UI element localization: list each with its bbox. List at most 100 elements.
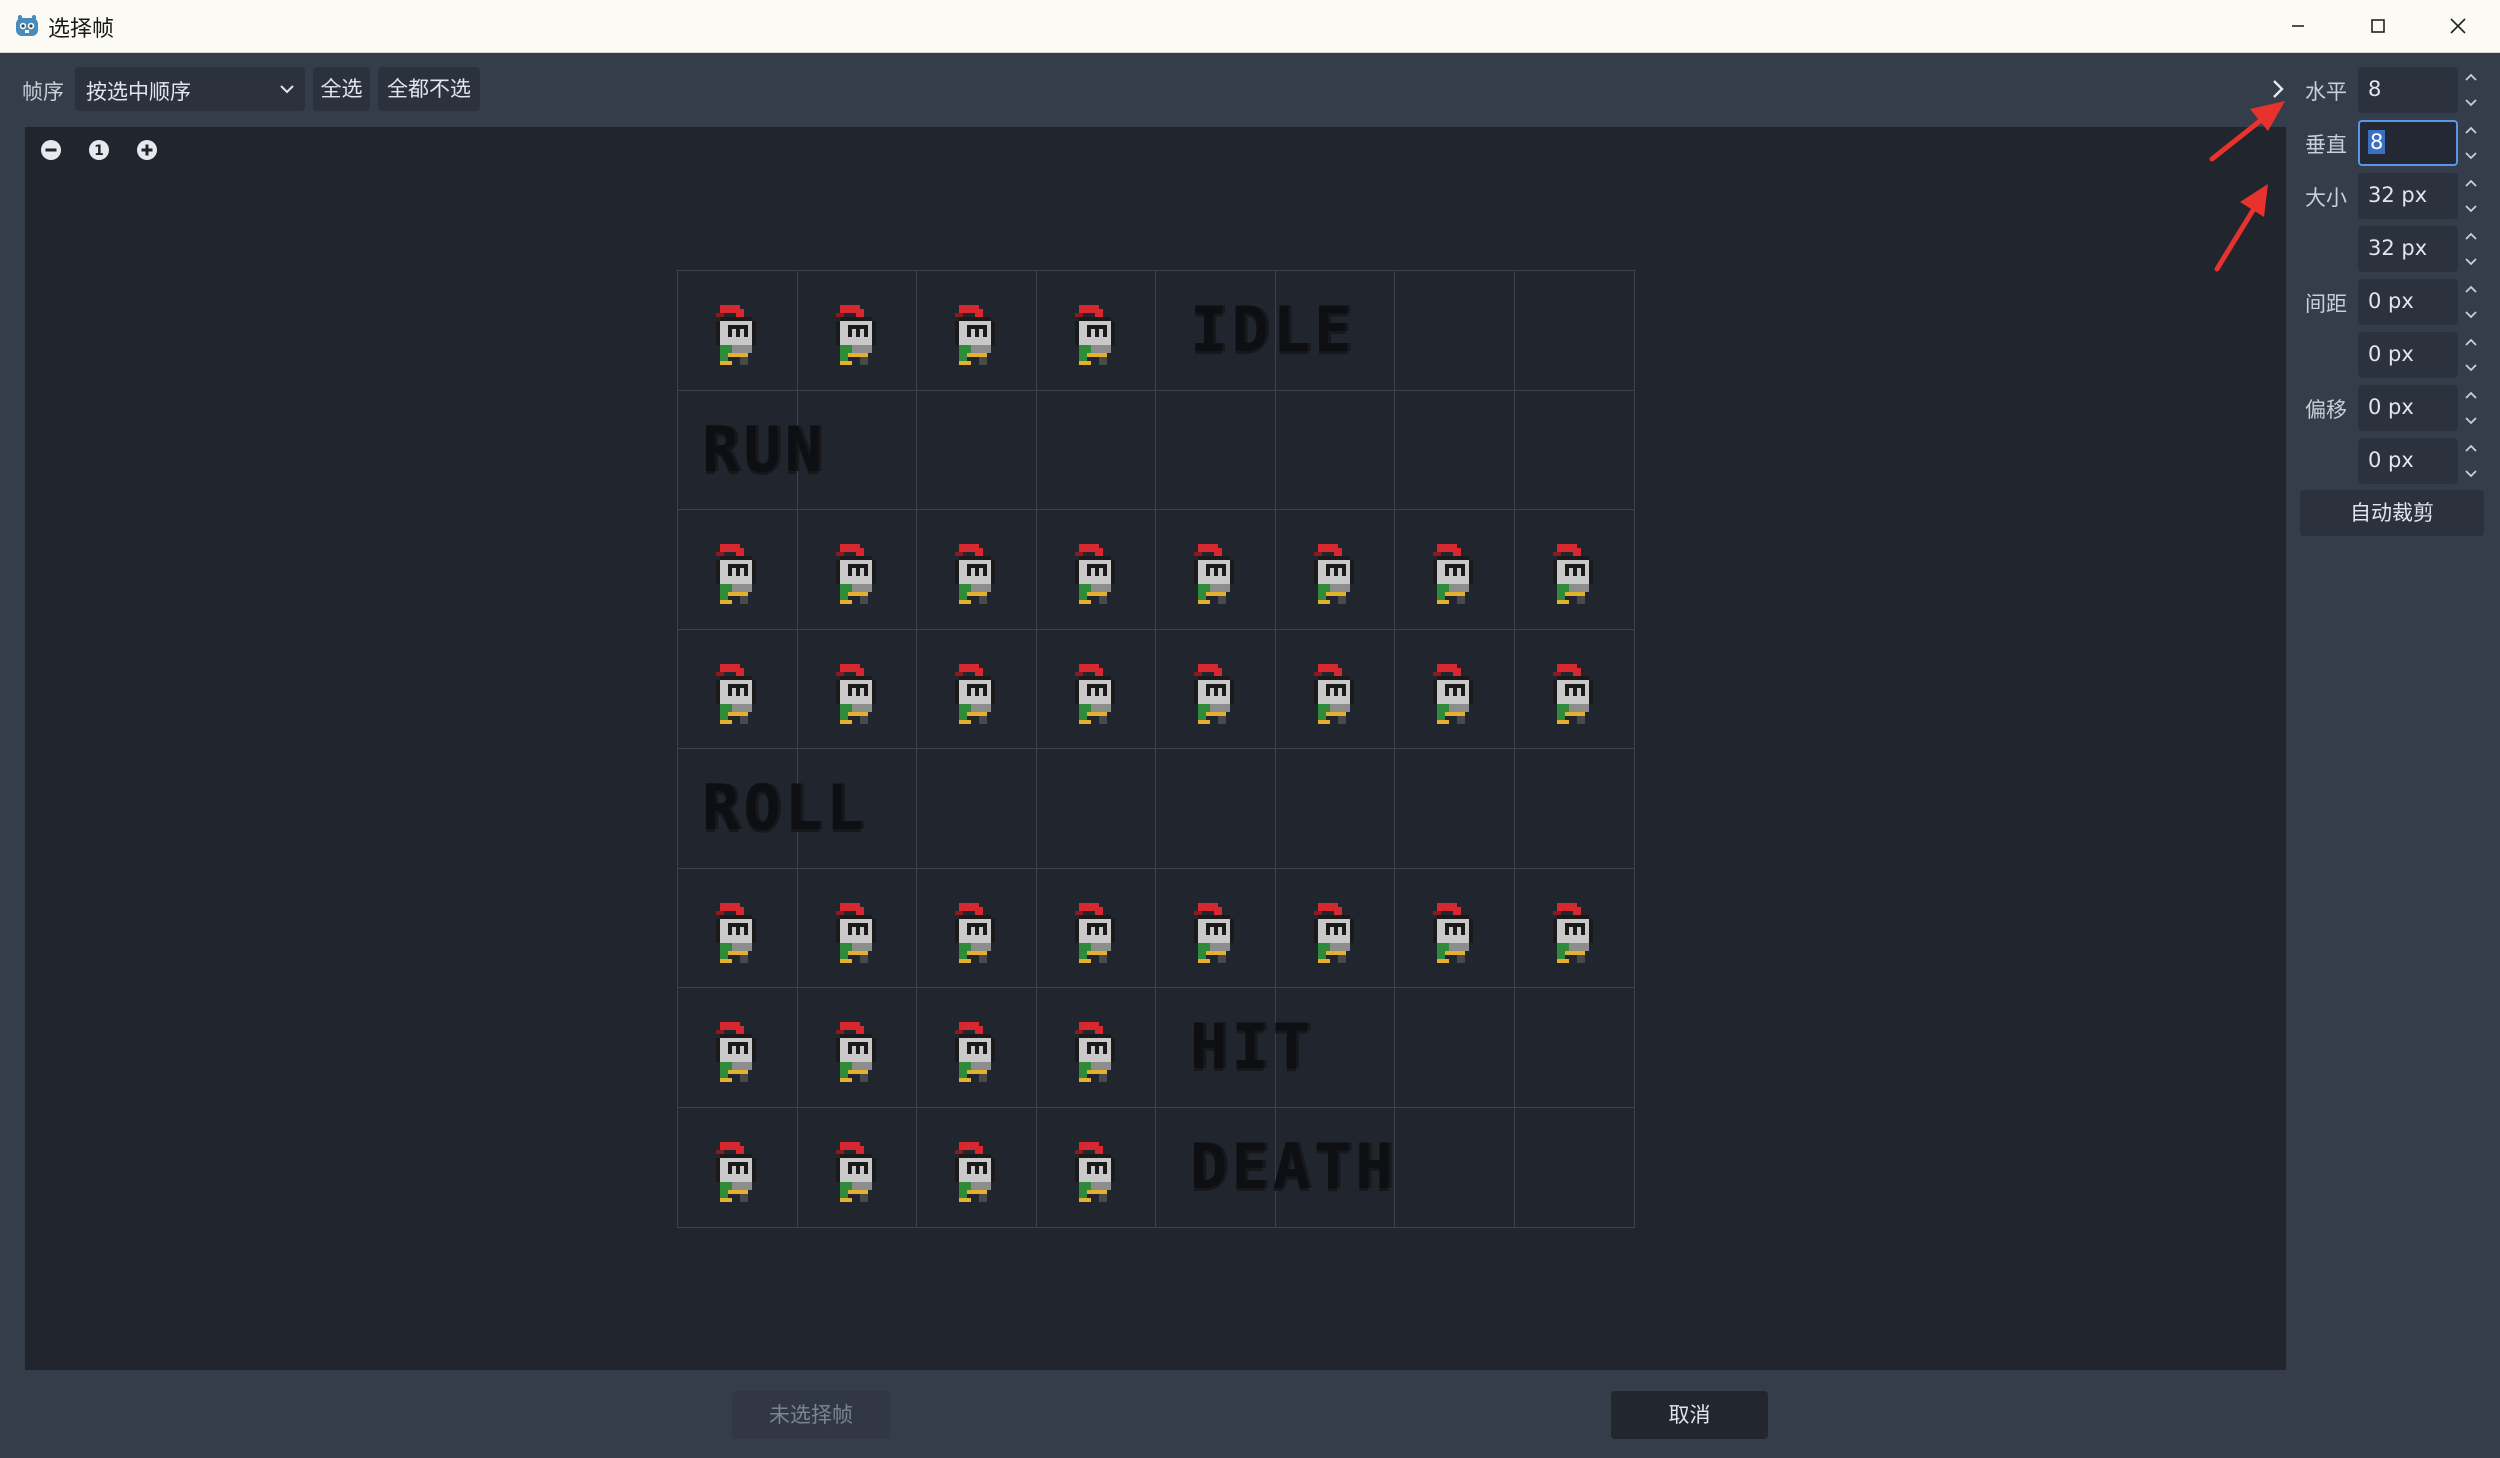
knight-sprite-icon — [1074, 305, 1115, 365]
knight-sprite-icon — [955, 1141, 995, 1202]
sprite-frame-cell[interactable] — [1036, 390, 1156, 510]
sprite-frame-cell[interactable] — [917, 1107, 1037, 1227]
sprite-frame-cell[interactable] — [1514, 869, 1634, 988]
sprite-frame-cell[interactable] — [678, 988, 798, 1108]
sprite-frame-cell[interactable] — [1156, 868, 1276, 988]
separation-x-input[interactable]: 0 px — [2358, 279, 2458, 325]
sprite-frame-cell[interactable] — [1275, 749, 1395, 869]
sprite-frame-cell[interactable] — [917, 510, 1037, 630]
sprite-frame-cell[interactable] — [1395, 868, 1515, 988]
sprite-frame-cell[interactable] — [797, 988, 917, 1108]
sprite-frame-cell[interactable] — [1156, 749, 1276, 869]
sprite-frame-cell[interactable] — [1395, 629, 1515, 749]
sprite-frame-cell[interactable] — [1036, 271, 1156, 391]
separation-y-input[interactable]: 0 px — [2358, 332, 2458, 378]
sprite-frame-cell[interactable] — [917, 271, 1037, 391]
sprite-frame-cell[interactable] — [1395, 749, 1515, 869]
sprite-frame-cell[interactable] — [917, 868, 1037, 988]
offset-x-input[interactable]: 0 px — [2358, 385, 2458, 431]
sprite-frame-cell[interactable] — [1156, 510, 1276, 630]
sprite-frame-cell[interactable] — [1514, 510, 1634, 630]
window-title: 选择帧 — [48, 17, 115, 42]
sprite-frame-cell[interactable] — [1275, 868, 1395, 988]
knight-sprite-icon — [955, 1022, 995, 1082]
sprite-frame-cell[interactable] — [1036, 868, 1156, 988]
spin-arrows-icon[interactable] — [2463, 173, 2479, 219]
sprite-frame-cell[interactable] — [1514, 271, 1634, 391]
sprite-frame-cell[interactable] — [1275, 390, 1395, 510]
sprite-frame-cell[interactable] — [798, 1107, 917, 1227]
spin-arrows-icon[interactable] — [2463, 332, 2479, 378]
sprite-frame-cell[interactable] — [917, 988, 1037, 1108]
sprite-frame-cell[interactable] — [678, 629, 798, 749]
no-frame-selected-button: 未选择帧 — [732, 1391, 890, 1439]
sprite-frame-cell[interactable] — [797, 510, 917, 630]
select-none-button[interactable]: 全都不选 — [378, 67, 480, 111]
zoom-in-icon[interactable] — [135, 138, 159, 162]
spin-arrows-icon[interactable] — [2463, 279, 2479, 325]
auto-slice-button[interactable]: 自动裁剪 — [2300, 490, 2484, 536]
knight-sprite-icon — [1552, 663, 1593, 724]
knight-sprite-icon — [835, 1022, 876, 1082]
sprite-frame-cell[interactable] — [917, 390, 1037, 510]
sprite-frame-cell[interactable] — [1395, 1107, 1515, 1227]
knight-sprite-icon — [1194, 663, 1234, 724]
knight-sprite-icon — [955, 663, 995, 724]
knight-sprite-icon — [1313, 663, 1354, 724]
cancel-button[interactable]: 取消 — [1611, 1391, 1768, 1439]
knight-sprite-icon — [1074, 1141, 1115, 1202]
sprite-frame-cell[interactable] — [797, 271, 917, 391]
minimize-button[interactable] — [2258, 0, 2338, 52]
zoom-out-icon[interactable] — [39, 138, 63, 162]
spin-arrows-icon[interactable] — [2463, 438, 2479, 484]
separation-x-value: 0 px — [2368, 289, 2414, 313]
sprite-frame-cell[interactable] — [1514, 630, 1634, 749]
size-label: 大小 — [2305, 186, 2347, 210]
maximize-button[interactable] — [2338, 0, 2418, 52]
sprite-frame-cell[interactable] — [678, 1107, 798, 1227]
sprite-frame-cell[interactable] — [1514, 988, 1634, 1108]
spin-arrows-icon[interactable] — [2463, 385, 2479, 431]
sprite-frame-cell[interactable] — [1395, 390, 1515, 510]
sprite-frame-cell[interactable] — [1037, 1107, 1156, 1227]
sprite-frame-cell[interactable] — [1515, 1108, 1635, 1228]
sprite-frame-cell[interactable] — [1036, 988, 1156, 1108]
sprite-frame-cell[interactable] — [917, 749, 1037, 869]
vertical-frames-input[interactable]: 8 — [2358, 120, 2458, 166]
sprite-frame-cell[interactable] — [1156, 390, 1276, 510]
sprite-frame-cell[interactable] — [678, 868, 798, 988]
close-button[interactable] — [2418, 0, 2498, 52]
sprite-frame-cell[interactable] — [1036, 749, 1156, 869]
sprite-frame-cell[interactable] — [1275, 629, 1395, 749]
select-all-button[interactable]: 全选 — [313, 67, 370, 111]
sprite-frame-cell[interactable] — [917, 629, 1037, 749]
sprite-sheet-grid[interactable]: IDLE RUN ROLL HIT DEATH — [677, 270, 1635, 1228]
sprite-frame-cell[interactable] — [1036, 510, 1156, 630]
horizontal-frames-input[interactable]: 8 — [2358, 67, 2458, 113]
frame-order-select[interactable]: 按选中顺序 — [75, 67, 305, 111]
sprite-frame-cell[interactable] — [1514, 749, 1634, 869]
sprite-frame-cell[interactable] — [797, 629, 917, 749]
knight-sprite-icon — [1074, 544, 1115, 604]
sprite-frame-cell[interactable] — [1275, 510, 1395, 630]
zoom-reset-icon[interactable]: 1 — [87, 138, 111, 162]
offset-label: 偏移 — [2305, 398, 2347, 422]
size-x-value: 32 px — [2368, 183, 2428, 207]
sprite-frame-cell[interactable] — [1156, 629, 1276, 749]
sprite-frame-cell[interactable] — [1514, 391, 1634, 510]
offset-y-input[interactable]: 0 px — [2358, 438, 2458, 484]
sheet-label-death: DEATH — [1190, 1129, 1397, 1203]
spin-arrows-icon[interactable] — [2463, 120, 2479, 166]
sprite-frame-cell[interactable] — [678, 510, 798, 630]
size-y-input[interactable]: 32 px — [2358, 226, 2458, 272]
sprite-frame-cell[interactable] — [678, 271, 798, 391]
spin-arrows-icon[interactable] — [2463, 226, 2479, 272]
sprite-frame-cell[interactable] — [797, 868, 917, 988]
sprite-frame-cell[interactable] — [1036, 629, 1156, 749]
sprite-frame-cell[interactable] — [1395, 988, 1515, 1108]
size-x-input[interactable]: 32 px — [2358, 173, 2458, 219]
sprite-frame-cell[interactable] — [1395, 510, 1515, 630]
sprite-frame-cell[interactable] — [1395, 271, 1515, 391]
knight-sprite-icon — [1194, 902, 1234, 963]
spin-arrows-icon[interactable] — [2463, 67, 2479, 113]
